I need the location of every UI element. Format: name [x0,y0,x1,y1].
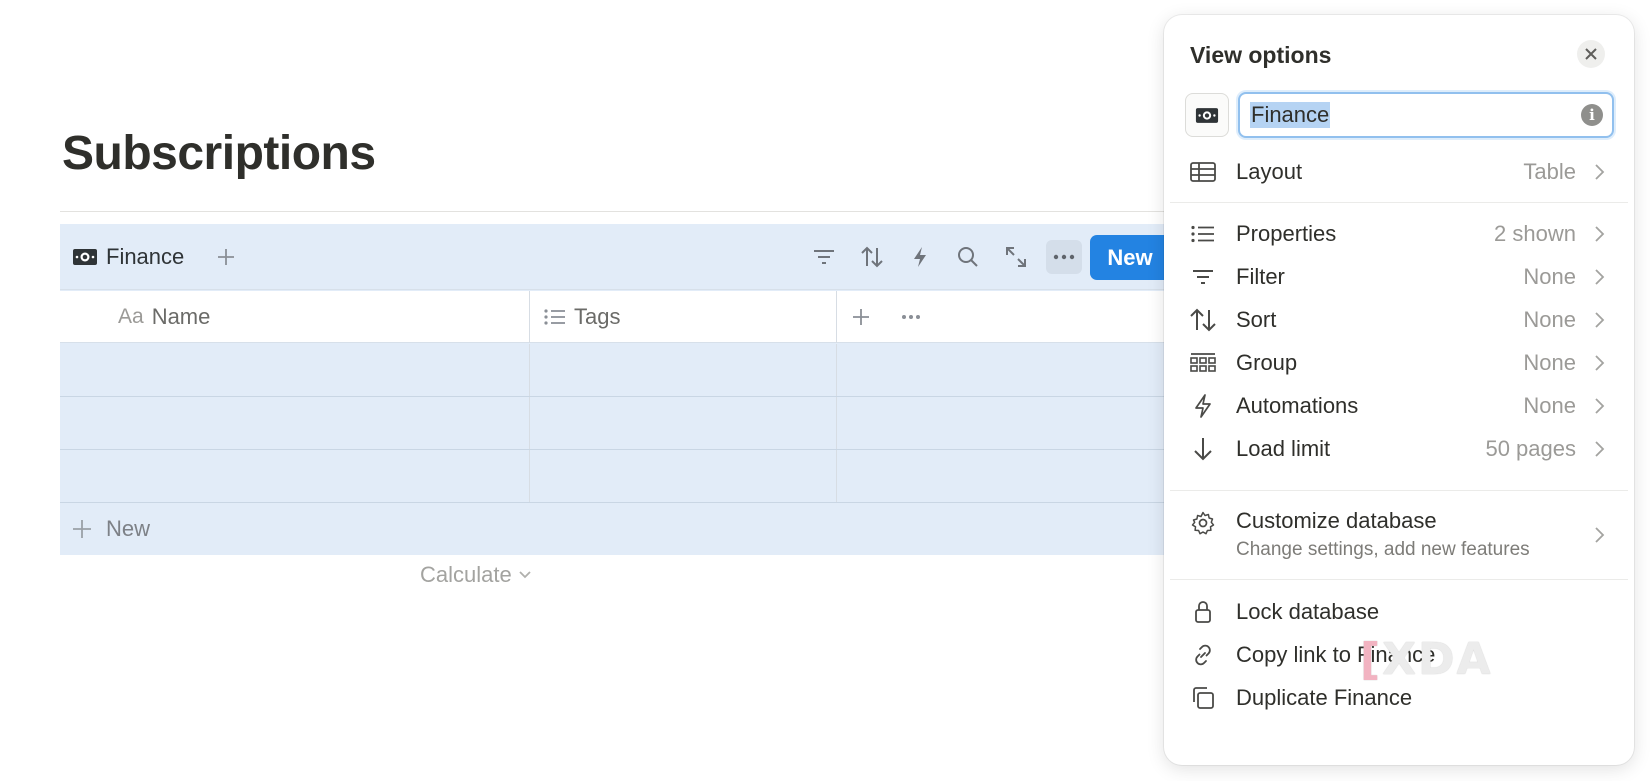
duplicate-icon [1190,685,1216,711]
menu-item-filter[interactable]: Filter None [1164,255,1634,298]
column-divider [529,291,530,343]
chevron-right-icon [1595,312,1605,328]
new-button[interactable]: New [1090,235,1170,280]
column-divider [836,291,837,343]
view-name-text: Finance [1250,102,1331,128]
calculate-label: Calculate [420,562,512,587]
calculate-button[interactable]: Calculate [420,562,532,588]
menu-divider [1170,202,1628,203]
lightning-icon [914,247,926,267]
expand-icon [1006,247,1026,267]
column-label: Name [151,304,211,329]
title-divider [60,211,1170,212]
close-button[interactable] [1577,40,1605,68]
column-header-tags[interactable]: Tags [544,291,620,343]
expand-button[interactable] [998,240,1034,274]
menu-item-automations[interactable]: Automations None [1164,384,1634,427]
chevron-right-icon [1595,527,1605,543]
text-type-icon: Aa [118,305,144,328]
view-icon-picker[interactable] [1185,93,1229,137]
list-icon [1190,221,1216,247]
sort-icon [1190,307,1216,333]
filter-icon [814,250,834,264]
menu-item-lock-database[interactable]: Lock database [1164,590,1634,633]
column-header-name[interactable]: Aa Name [118,291,210,343]
column-label: Tags [574,304,621,329]
more-options-button[interactable] [1046,240,1082,274]
plus-icon [73,519,91,538]
sort-icon [861,246,883,268]
link-icon [1190,642,1216,668]
list-icon [544,309,565,325]
table-row[interactable] [60,450,1170,503]
lightning-icon [1190,393,1216,419]
add-property-button[interactable] [852,291,870,343]
chevron-right-icon [1595,441,1605,457]
chevron-right-icon [1595,269,1605,285]
new-row-label: New [106,515,151,541]
xda-logo-mark: [ [1360,634,1383,685]
sort-button[interactable] [854,240,890,274]
info-icon[interactable]: i [1581,104,1603,126]
lock-icon [1190,599,1216,625]
plus-icon [853,309,869,325]
add-view-button[interactable] [212,242,240,272]
table-header: Aa Name Tags [60,291,1170,343]
close-icon [1585,48,1597,60]
menu-divider [1170,490,1628,491]
menu-item-properties[interactable]: Properties 2 shown [1164,212,1634,255]
arrow-down-icon [1190,436,1216,462]
chevron-right-icon [1595,226,1605,242]
page-title: Subscriptions [62,127,376,180]
view-tab-finance[interactable]: Finance [72,242,184,272]
view-name-input[interactable]: Finance [1238,92,1614,138]
cell-divider [529,450,530,502]
group-icon [1190,350,1216,376]
view-tab-label: Finance [106,244,185,269]
ellipsis-icon [1053,254,1075,260]
panel-title: View options [1190,42,1332,68]
chevron-down-icon [519,571,531,579]
chevron-right-icon [1595,164,1605,180]
chevron-right-icon [1595,355,1605,371]
cell-divider [529,344,530,396]
cell-divider [836,450,837,502]
gear-icon [1190,510,1216,536]
table-row[interactable] [60,344,1170,397]
menu-item-group[interactable]: Group None [1164,341,1634,384]
ellipsis-icon [902,315,920,319]
filter-button[interactable] [806,240,842,274]
table-row[interactable] [60,397,1170,450]
filter-icon [1190,264,1216,290]
chevron-right-icon [1595,398,1605,414]
customize-subtitle: Change settings, add new features [1236,539,1530,560]
xda-watermark: [XDA [1360,634,1493,685]
menu-item-sort[interactable]: Sort None [1164,298,1634,341]
search-button[interactable] [950,240,986,274]
menu-item-load-limit[interactable]: Load limit 50 pages [1164,427,1634,470]
plus-icon [218,249,234,265]
automations-button[interactable] [902,240,938,274]
new-row-button[interactable]: New [60,502,1170,555]
column-more-button[interactable] [901,291,921,343]
money-icon [1195,107,1219,123]
database-view: Finance New Aa Name Tags New [60,224,1170,555]
cell-divider [529,397,530,449]
menu-divider [1170,579,1628,580]
database-toolbar: Finance New [60,224,1170,290]
table-icon [1190,159,1216,185]
cell-divider [836,344,837,396]
money-icon [72,248,98,266]
search-icon [958,247,978,267]
cell-divider [836,397,837,449]
menu-item-layout[interactable]: Layout Table [1164,150,1634,193]
